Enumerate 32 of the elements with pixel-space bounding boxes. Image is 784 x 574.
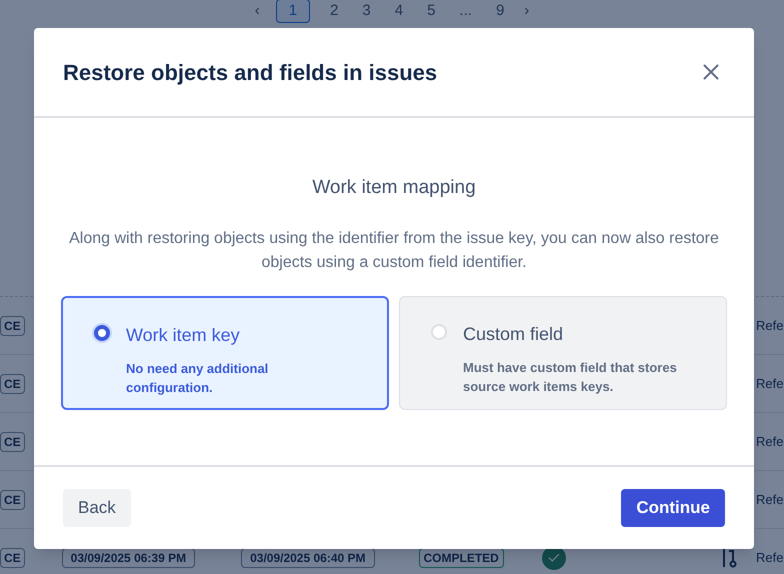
radio-button[interactable]	[94, 324, 110, 340]
type-badge: CE	[0, 374, 25, 394]
branch-icon	[723, 548, 737, 568]
option-label: Work item key	[126, 324, 241, 347]
page-button[interactable]: 9	[492, 0, 508, 22]
reference-text: Refe	[756, 316, 784, 335]
page-button[interactable]: 2	[326, 0, 342, 22]
option-hint: No need any additional configuration.	[126, 360, 270, 396]
description-text: Along with restoring objects using the identifier from the issue key, you can now also restore objects using a custom field identifier.	[68, 228, 720, 272]
reference-text: Refe	[756, 548, 784, 567]
reference-text: Refe	[756, 490, 784, 509]
back-button[interactable]: Back	[63, 489, 131, 527]
dialog-title: Restore objects and fields in issues	[63, 58, 438, 87]
option-label: Custom field	[463, 322, 564, 346]
page-button[interactable]: 4	[390, 0, 408, 22]
page-button[interactable]: 1	[276, 0, 310, 24]
type-badge: CE	[0, 316, 25, 336]
reference-text: Refe	[756, 432, 784, 451]
continue-button[interactable]: Continue	[621, 489, 725, 527]
option-card[interactable]: Custom field Must have custom field that stores source work items keys.	[399, 296, 727, 410]
reference-text: Refe	[756, 374, 784, 393]
next-page-button[interactable]: ›	[524, 0, 530, 22]
type-badge: CE	[0, 432, 25, 452]
previous-page-button[interactable]: ‹	[254, 0, 260, 22]
section-heading: Work item mapping	[312, 176, 476, 200]
page-button[interactable]: 3	[358, 0, 375, 22]
page-button[interactable]: 5	[423, 0, 440, 22]
page-button[interactable]: ...	[455, 0, 476, 22]
option-card[interactable]: Work item key No need any additional configuration.	[61, 296, 389, 410]
option-hint: Must have custom field that stores source work items keys.	[463, 358, 678, 396]
type-badge: CE	[0, 490, 25, 510]
type-badge: CE	[0, 548, 25, 568]
